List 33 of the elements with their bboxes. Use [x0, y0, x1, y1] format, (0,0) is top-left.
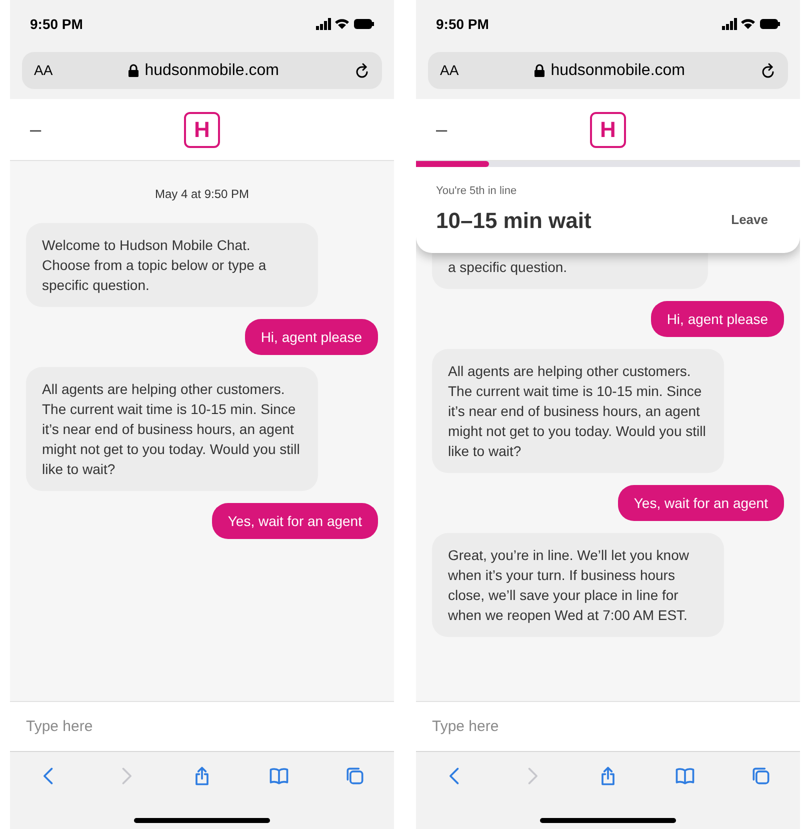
- text-size-button[interactable]: AA: [440, 60, 459, 81]
- address-bar[interactable]: AA hudsonmobile.com: [428, 52, 788, 89]
- queue-position: You're 5th in line: [436, 184, 518, 199]
- hudson-logo: H: [184, 112, 220, 148]
- address-bar[interactable]: AA hudsonmobile.com: [22, 52, 382, 89]
- received-message: All agents are helping other customers. The current wait time is 10-15 min. Since it’s near end of business hours, an agent might not get to you today. Would you still like to wait?: [432, 348, 724, 472]
- received-message: a specific question.: [432, 252, 708, 288]
- received-message: Great, you’re in line. We’ll let you know when it’s your turn. If business hours close, we’ll save your place in line for when we reopen Wed at 7:00 AM EST.: [432, 532, 724, 636]
- url-text: hudsonmobile.com: [550, 60, 685, 80]
- status-time: 9:50 PM: [30, 14, 83, 34]
- received-message: Welcome to Hudson Mobile Chat. Choose from a topic below or type a specific question.: [26, 223, 318, 307]
- message-input[interactable]: Type here: [10, 701, 394, 751]
- sent-message: Yes, wait for an agent: [212, 503, 378, 539]
- message-input[interactable]: Type here: [416, 701, 800, 751]
- received-message: All agents are helping other customers. The current wait time is 10-15 min. Since it’s near end of business hours, an agent might not get to you today. Would you still like to wait?: [26, 367, 318, 491]
- leave-button[interactable]: Leave: [731, 210, 780, 230]
- text-size-button[interactable]: AA: [34, 60, 53, 81]
- wait-time: 10–15 min wait: [436, 206, 592, 234]
- lock-icon: [534, 64, 545, 77]
- url-text: hudsonmobile.com: [144, 60, 279, 80]
- chat-timestamp: May 4 at 9:50 PM: [154, 186, 250, 203]
- status-icons: [316, 18, 374, 30]
- status-icons: [722, 18, 780, 30]
- sent-message: Yes, wait for an agent: [618, 484, 784, 520]
- minimize-button[interactable]: –: [436, 114, 448, 144]
- sent-message: Hi, agent please: [650, 300, 784, 336]
- lock-icon: [128, 64, 139, 77]
- reload-icon[interactable]: [760, 62, 776, 80]
- status-time: 9:50 PM: [436, 14, 489, 34]
- sent-message: Hi, agent please: [244, 319, 378, 355]
- reload-icon[interactable]: [354, 62, 370, 80]
- hudson-logo: H: [590, 112, 626, 148]
- minimize-button[interactable]: –: [30, 114, 42, 144]
